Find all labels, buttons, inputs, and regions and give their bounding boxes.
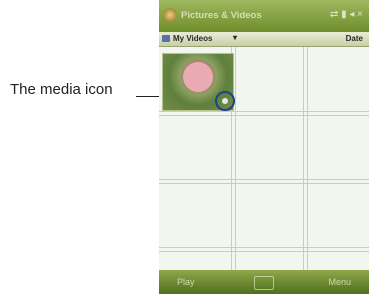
folder-icon [162,35,170,42]
grid-divider [235,47,236,270]
device-screen: Pictures & Videos ⇄ ▮ ◂ × My Videos ▾ Da… [159,0,369,294]
chevron-down-icon[interactable]: ▾ [233,33,237,42]
media-icon [215,91,235,111]
menu-softkey[interactable]: Menu [328,277,351,287]
folder-bar: My Videos ▾ Date [159,32,369,47]
folder-dropdown[interactable]: My Videos [173,34,212,43]
start-menu-icon[interactable] [163,8,177,22]
thumbnail-image [183,62,213,92]
grid-divider [307,47,308,270]
video-thumbnail[interactable] [162,53,235,111]
grid-divider [303,47,304,270]
grid-divider [159,115,369,116]
grid-divider [159,247,369,248]
grid-divider [159,251,369,252]
annotation-label: The media icon [10,81,113,98]
thumbnail-grid [159,47,369,270]
app-title: Pictures & Videos [181,10,262,21]
keyboard-icon[interactable] [254,276,274,290]
grid-divider [159,111,369,112]
grid-divider [159,183,369,184]
soft-key-bar: Play Menu [159,270,369,294]
media-icon-center [222,98,228,104]
play-softkey[interactable]: Play [177,277,195,287]
sort-by-date-button[interactable]: Date [346,34,363,43]
grid-divider [159,179,369,180]
title-bar: Pictures & Videos ⇄ ▮ ◂ × [159,0,369,32]
status-icons[interactable]: ⇄ ▮ ◂ × [330,9,363,20]
